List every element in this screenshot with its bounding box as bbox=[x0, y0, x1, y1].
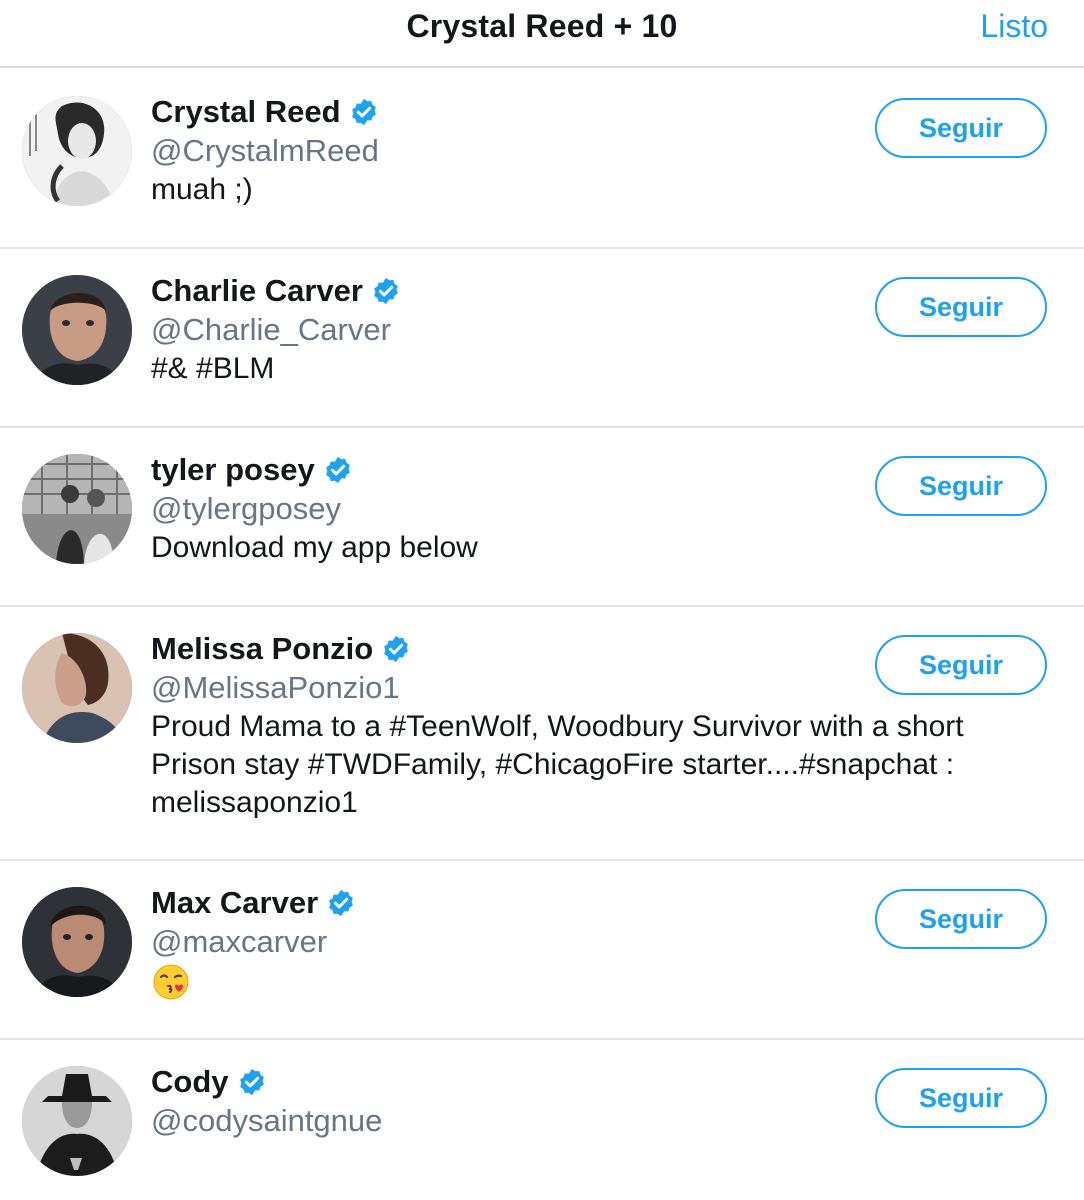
user-bio bbox=[151, 962, 1044, 1002]
user-name: Crystal Reed bbox=[151, 94, 341, 129]
done-button[interactable]: Listo bbox=[980, 8, 1048, 45]
follow-button[interactable]: Seguir bbox=[875, 98, 1047, 158]
user-name: tyler posey bbox=[151, 452, 315, 487]
user-name: Max Carver bbox=[151, 885, 319, 920]
user-bio: Proud Mama to a #TeenWolf, Woodbury Surv… bbox=[151, 710, 964, 819]
list-item[interactable]: Melissa Ponzio @MelissaPonzio1 Proud Mam… bbox=[0, 607, 1084, 861]
verified-badge-icon bbox=[349, 97, 379, 127]
follow-button[interactable]: Seguir bbox=[875, 1068, 1047, 1128]
navigation-bar: Crystal Reed + 10 Listo bbox=[0, 0, 1084, 68]
verified-badge-icon bbox=[323, 455, 353, 485]
page-title: Crystal Reed + 10 bbox=[406, 8, 678, 44]
avatar[interactable] bbox=[22, 96, 132, 206]
list-item[interactable]: Crystal Reed @CrystalmReed muah ;) Segui… bbox=[0, 70, 1084, 249]
kissing-face-emoji-icon bbox=[151, 962, 191, 1002]
list-item[interactable]: Max Carver @maxcarver Seguir bbox=[0, 861, 1084, 1040]
follow-button[interactable]: Seguir bbox=[875, 635, 1047, 695]
user-bio: Download my app below bbox=[151, 531, 478, 564]
follow-button[interactable]: Seguir bbox=[875, 456, 1047, 516]
user-name: Cody bbox=[151, 1064, 229, 1099]
avatar[interactable] bbox=[22, 887, 132, 997]
avatar[interactable] bbox=[22, 1066, 132, 1176]
verified-badge-icon bbox=[371, 276, 401, 306]
list-item[interactable]: Cody @codysaintgnue Seguir bbox=[0, 1040, 1084, 1200]
avatar[interactable] bbox=[22, 454, 132, 564]
user-bio: muah ;) bbox=[151, 173, 253, 206]
list-item[interactable]: tyler posey @tylergposey Download my app… bbox=[0, 428, 1084, 607]
follow-button[interactable]: Seguir bbox=[875, 277, 1047, 337]
user-name: Melissa Ponzio bbox=[151, 631, 374, 666]
user-bio: #& #BLM bbox=[151, 352, 275, 385]
verified-badge-icon bbox=[326, 888, 356, 918]
follow-button[interactable]: Seguir bbox=[875, 889, 1047, 949]
user-name: Charlie Carver bbox=[151, 273, 363, 308]
avatar[interactable] bbox=[22, 275, 132, 385]
avatar[interactable] bbox=[22, 633, 132, 743]
verified-badge-icon bbox=[381, 634, 411, 664]
list-item[interactable]: Charlie Carver @Charlie_Carver #& #BLM S… bbox=[0, 249, 1084, 428]
user-list: Crystal Reed @CrystalmReed muah ;) Segui… bbox=[0, 70, 1084, 1200]
verified-badge-icon bbox=[237, 1067, 267, 1097]
